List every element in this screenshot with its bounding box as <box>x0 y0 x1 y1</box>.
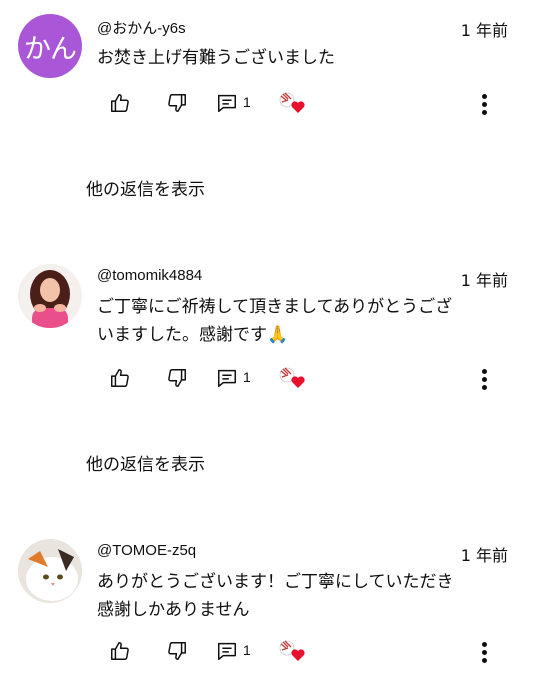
more-options-button[interactable] <box>474 637 494 667</box>
avatar[interactable]: かん <box>18 14 82 78</box>
reply-button[interactable] <box>214 638 240 664</box>
dislike-button[interactable] <box>164 365 190 391</box>
dislike-button[interactable] <box>164 90 190 116</box>
thumbs-up-icon <box>111 642 129 660</box>
like-button[interactable] <box>107 90 133 116</box>
creator-heart-icon <box>279 640 305 661</box>
comment-actions: 1 <box>0 638 540 668</box>
comment-text-line: ご丁寧にご祈祷して頂きましてありがとうござ <box>97 297 453 317</box>
thumbs-up-icon <box>111 94 129 112</box>
show-more-replies-link[interactable]: 他の返信を表示 <box>86 450 205 475</box>
comment-timestamp[interactable]: 1 年前 <box>461 267 508 291</box>
comment-text-line: いますした。感謝です🙏 <box>97 325 289 345</box>
thumbs-down-icon <box>168 369 186 387</box>
creator-heart <box>277 638 307 664</box>
comment-actions: 1 <box>0 90 540 120</box>
thumbs-up-icon <box>111 369 129 387</box>
comment-text-line: お焚き上げ有難うございました <box>97 48 335 68</box>
creator-heart-icon <box>279 92 305 113</box>
avatar[interactable] <box>18 539 82 603</box>
creator-heart <box>277 90 307 116</box>
more-vert-icon <box>481 93 487 99</box>
comment-text-line: 感謝しかありません <box>97 600 250 620</box>
comment-author[interactable]: @tomomik4884 <box>97 267 202 284</box>
dislike-button[interactable] <box>164 638 190 664</box>
comment-icon <box>218 642 236 660</box>
reply-count[interactable]: 1 <box>243 642 251 658</box>
like-button[interactable] <box>107 365 133 391</box>
reply-button[interactable] <box>214 365 240 391</box>
like-button[interactable] <box>107 638 133 664</box>
reply-count[interactable]: 1 <box>243 369 251 385</box>
more-options-button[interactable] <box>474 364 494 394</box>
comment-text: ご丁寧にご祈祷して頂きましてありがとうござ いますした。感謝です🙏 <box>97 293 512 349</box>
user-photo <box>18 264 82 328</box>
comment-actions: 1 <box>0 365 540 395</box>
comment-author[interactable]: @TOMOE-z5q <box>97 542 196 559</box>
more-vert-icon <box>481 641 487 647</box>
comment-text: ありがとうございます！ご丁寧にしていただき 感謝しかありません <box>97 568 512 624</box>
comment-timestamp[interactable]: 1 年前 <box>461 17 508 41</box>
comment-timestamp[interactable]: 1 年前 <box>461 542 508 566</box>
reply-count[interactable]: 1 <box>243 94 251 110</box>
comment-icon <box>218 94 236 112</box>
comment-icon <box>218 369 236 387</box>
avatar[interactable] <box>18 264 82 328</box>
comment-text: お焚き上げ有難うございました <box>97 44 512 72</box>
thumbs-down-icon <box>168 642 186 660</box>
creator-heart-icon <box>279 367 305 388</box>
reply-button[interactable] <box>214 90 240 116</box>
creator-heart <box>277 365 307 391</box>
thumbs-down-icon <box>168 94 186 112</box>
show-more-replies-link[interactable]: 他の返信を表示 <box>86 175 205 200</box>
more-vert-icon <box>481 368 487 374</box>
user-photo <box>18 539 82 603</box>
more-options-button[interactable] <box>474 89 494 119</box>
comment-author[interactable]: @おかん-y6s <box>97 17 186 38</box>
comment-text-line: ありがとうございます！ご丁寧にしていただき <box>97 572 454 592</box>
